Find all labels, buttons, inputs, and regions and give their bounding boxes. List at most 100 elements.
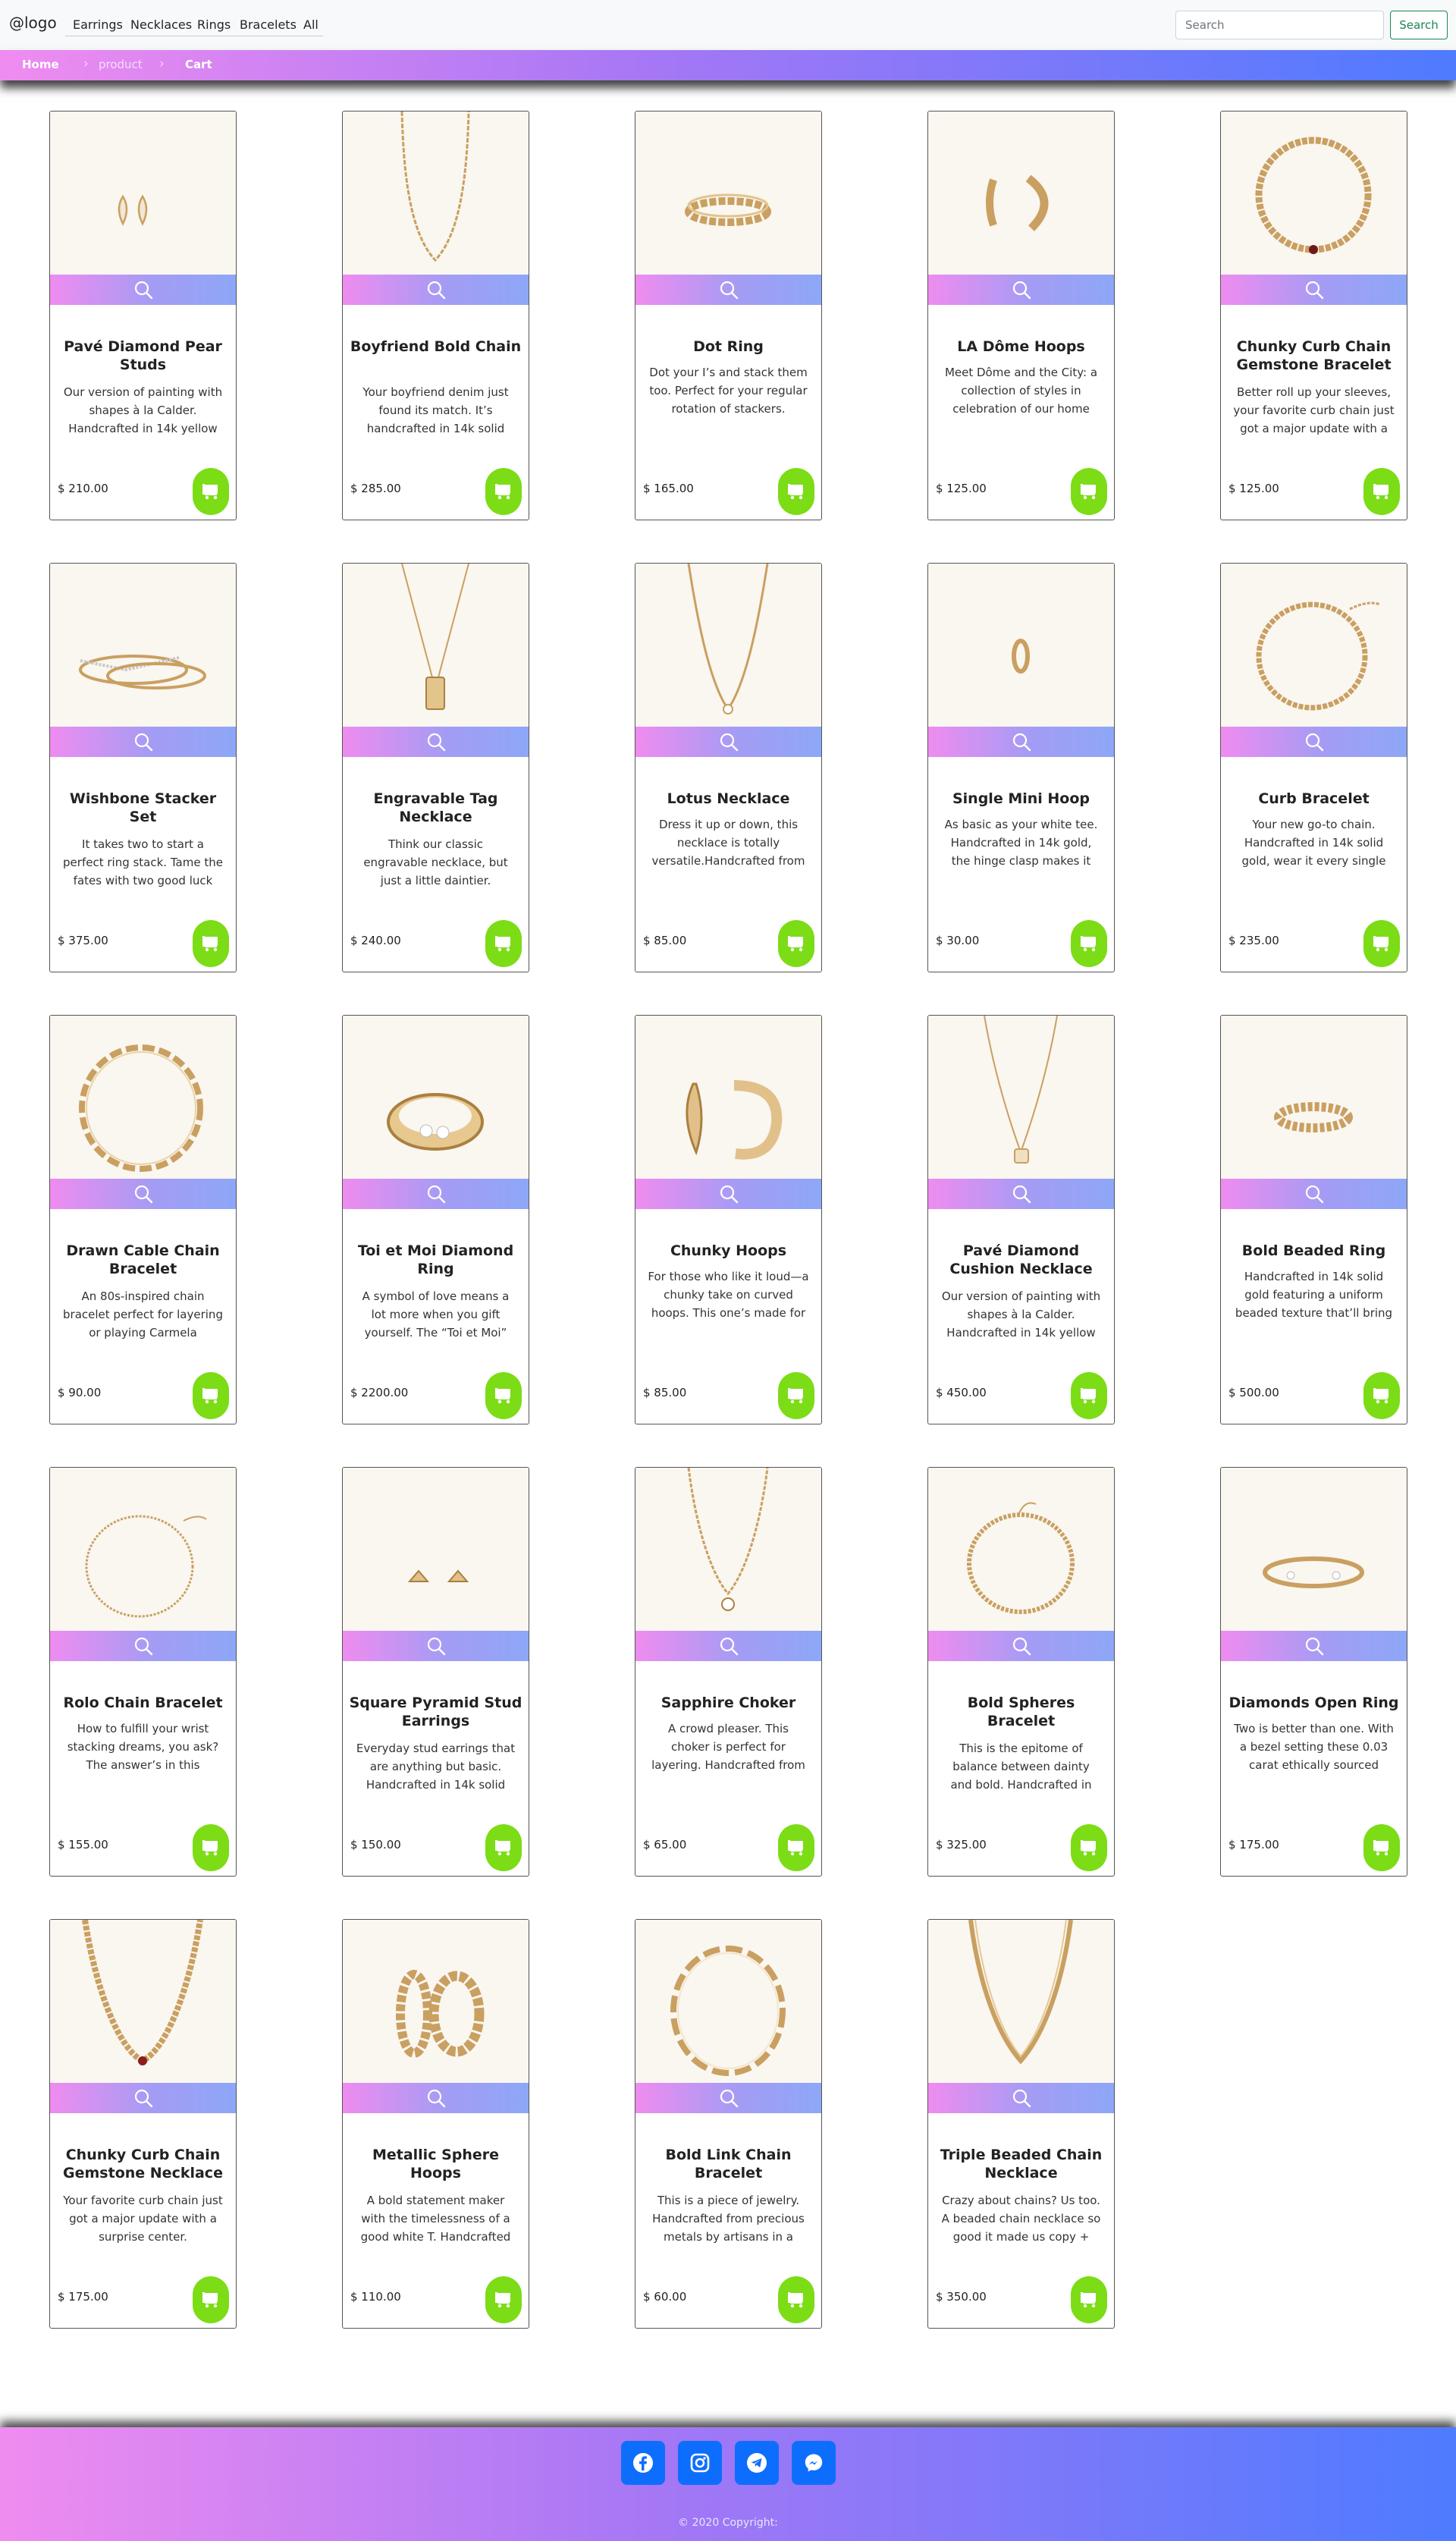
product-image[interactable] [50,1016,236,1179]
zoom-button[interactable] [50,2083,236,2113]
add-to-cart-button[interactable] [1071,920,1107,967]
product-image[interactable] [343,1920,529,2083]
add-to-cart-button[interactable] [193,920,229,967]
add-to-cart-button[interactable] [1071,1372,1107,1419]
zoom-button[interactable] [635,727,821,757]
brand-logo[interactable]: @logo [9,14,57,32]
add-to-cart-button[interactable] [485,2276,522,2323]
add-to-cart-button[interactable] [1071,468,1107,515]
add-to-cart-button[interactable] [193,2276,229,2323]
add-to-cart-button[interactable] [193,468,229,515]
product-card[interactable]: Square Pyramid Stud Earrings Everyday st… [342,1467,529,1877]
zoom-button[interactable] [635,1631,821,1661]
zoom-button[interactable] [343,2083,529,2113]
product-card[interactable]: Bold Link Chain Bracelet This is a piece… [635,1919,822,2329]
zoom-button[interactable] [635,2083,821,2113]
facebook-button[interactable] [621,2441,665,2485]
nav-link-earrings[interactable]: Earrings [73,17,123,32]
zoom-button[interactable] [1221,275,1407,305]
product-card[interactable]: Bold Spheres Bracelet This is the epitom… [927,1467,1115,1877]
product-card[interactable]: Chunky Hoops For those who like it loud—… [635,1015,822,1424]
add-to-cart-button[interactable] [778,468,814,515]
zoom-button[interactable] [343,1631,529,1661]
product-card[interactable]: LA Dôme Hoops Meet Dôme and the City: a … [927,111,1115,520]
product-card[interactable]: Engravable Tag Necklace Think our classi… [342,563,529,972]
product-card[interactable]: Rolo Chain Bracelet How to fulfill your … [49,1467,237,1877]
nav-link-all[interactable]: All [303,17,318,32]
product-card[interactable]: Boyfriend Bold Chain Your boyfriend deni… [342,111,529,520]
zoom-button[interactable] [343,275,529,305]
nav-link-rings[interactable]: Rings [197,17,231,32]
instagram-button[interactable] [678,2441,722,2485]
add-to-cart-button[interactable] [485,920,522,967]
zoom-button[interactable] [50,1179,236,1209]
product-image[interactable] [635,1920,821,2083]
nav-link-bracelets[interactable]: Bracelets [240,17,297,32]
add-to-cart-button[interactable] [1363,468,1400,515]
zoom-button[interactable] [635,1179,821,1209]
breadcrumb-home[interactable]: Home [22,58,59,71]
add-to-cart-button[interactable] [1363,1824,1400,1871]
zoom-button[interactable] [343,727,529,757]
add-to-cart-button[interactable] [778,1824,814,1871]
product-image[interactable] [50,1920,236,2083]
product-image[interactable] [50,112,236,275]
zoom-button[interactable] [343,1179,529,1209]
product-image[interactable] [928,1468,1114,1631]
add-to-cart-button[interactable] [1071,1824,1107,1871]
product-card[interactable]: Lotus Necklace Dress it up or down, this… [635,563,822,972]
zoom-button[interactable] [50,727,236,757]
product-image[interactable] [343,1468,529,1631]
add-to-cart-button[interactable] [193,1372,229,1419]
zoom-button[interactable] [1221,1179,1407,1209]
zoom-button[interactable] [50,275,236,305]
product-card[interactable]: Toi et Moi Diamond Ring A symbol of love… [342,1015,529,1424]
product-image[interactable] [928,564,1114,727]
add-to-cart-button[interactable] [1363,920,1400,967]
messenger-button[interactable] [792,2441,836,2485]
product-card[interactable]: Single Mini Hoop As basic as your white … [927,563,1115,972]
add-to-cart-button[interactable] [485,468,522,515]
telegram-button[interactable] [735,2441,779,2485]
product-card[interactable]: Triple Beaded Chain Necklace Crazy about… [927,1919,1115,2329]
product-card[interactable]: Chunky Curb Chain Gemstone Necklace Your… [49,1919,237,2329]
add-to-cart-button[interactable] [193,1824,229,1871]
add-to-cart-button[interactable] [778,1372,814,1419]
zoom-button[interactable] [928,1631,1114,1661]
product-card[interactable]: Dot Ring Dot your I’s and stack them too… [635,111,822,520]
product-image[interactable] [50,564,236,727]
zoom-button[interactable] [928,727,1114,757]
product-image[interactable] [343,1016,529,1179]
product-card[interactable]: Drawn Cable Chain Bracelet An 80s-inspir… [49,1015,237,1424]
product-image[interactable] [928,112,1114,275]
nav-link-necklaces[interactable]: Necklaces [130,17,192,32]
product-card[interactable]: Diamonds Open Ring Two is better than on… [1220,1467,1407,1877]
product-card[interactable]: Sapphire Choker A crowd pleaser. This ch… [635,1467,822,1877]
product-image[interactable] [1221,112,1407,275]
product-card[interactable]: Bold Beaded Ring Handcrafted in 14k soli… [1220,1015,1407,1424]
zoom-button[interactable] [928,1179,1114,1209]
product-card[interactable]: Metallic Sphere Hoops A bold statement m… [342,1919,529,2329]
product-image[interactable] [1221,1016,1407,1179]
add-to-cart-button[interactable] [485,1372,522,1419]
product-image[interactable] [343,564,529,727]
product-card[interactable]: Curb Bracelet Your new go-to chain. Hand… [1220,563,1407,972]
product-card[interactable]: Wishbone Stacker Set It takes two to sta… [49,563,237,972]
zoom-button[interactable] [1221,1631,1407,1661]
product-card[interactable]: Pavé Diamond Pear Studs Our version of p… [49,111,237,520]
zoom-button[interactable] [635,275,821,305]
add-to-cart-button[interactable] [778,920,814,967]
add-to-cart-button[interactable] [778,2276,814,2323]
product-image[interactable] [343,112,529,275]
add-to-cart-button[interactable] [1071,2276,1107,2323]
zoom-button[interactable] [50,1631,236,1661]
product-image[interactable] [635,1016,821,1179]
product-image[interactable] [635,112,821,275]
search-button[interactable]: Search [1390,11,1448,39]
add-to-cart-button[interactable] [1363,1372,1400,1419]
search-input[interactable] [1175,11,1384,39]
zoom-button[interactable] [1221,727,1407,757]
product-image[interactable] [635,564,821,727]
product-image[interactable] [1221,1468,1407,1631]
zoom-button[interactable] [928,275,1114,305]
